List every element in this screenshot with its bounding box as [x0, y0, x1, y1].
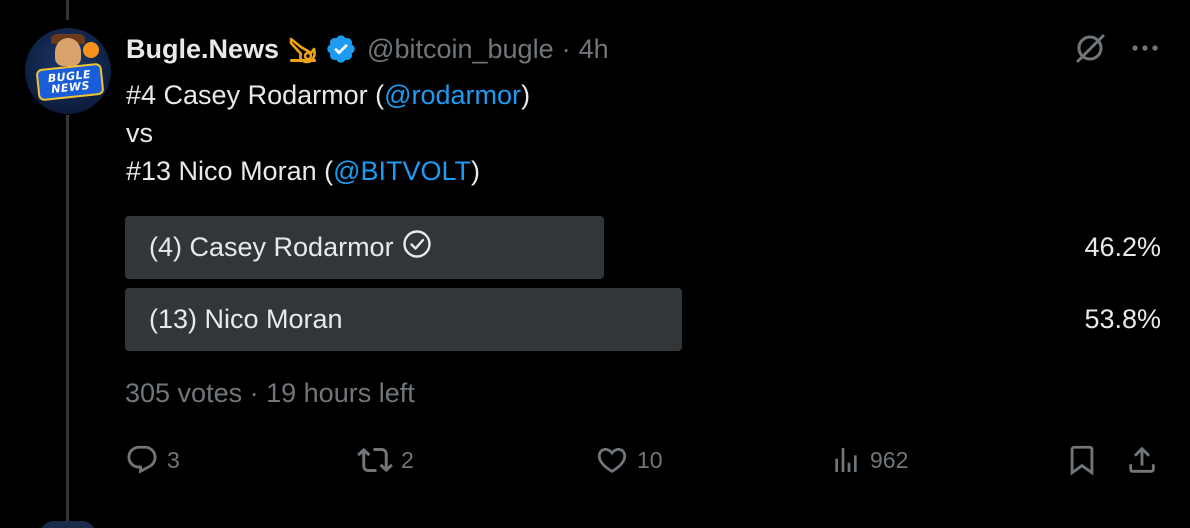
view-count: 962: [870, 446, 909, 473]
handle[interactable]: @bitcoin_bugle: [367, 34, 554, 65]
poll-meta: 305 votes · 19 hours left: [125, 378, 415, 408]
reply-icon: [125, 443, 159, 477]
reply-button[interactable]: 3: [125, 440, 180, 480]
repost-count: 2: [401, 446, 414, 473]
poll-votes: 305 votes: [125, 378, 243, 408]
avatar-coin: [83, 42, 99, 58]
share-button[interactable]: [1125, 440, 1159, 480]
thread-line-top: [66, 0, 69, 20]
more-icon[interactable]: [1130, 33, 1160, 63]
reply-count: 3: [167, 446, 180, 473]
avatar[interactable]: BUGLE NEWS: [25, 28, 111, 114]
verified-badge-icon[interactable]: [325, 33, 357, 65]
bookmark-icon: [1065, 443, 1099, 477]
check-circle-icon: [402, 229, 432, 266]
poll-option-percent: 53.8%: [1084, 304, 1161, 334]
like-button[interactable]: 10: [595, 440, 663, 480]
views-icon: [830, 444, 862, 476]
next-tweet-avatar[interactable]: [40, 521, 96, 528]
share-icon: [1125, 443, 1159, 477]
poll-option: (4) Casey Rodarmor 46.2%: [125, 216, 1161, 279]
mention-rodarmor[interactable]: @rodarmor: [384, 80, 521, 110]
views-button[interactable]: 962: [830, 440, 908, 480]
header-actions: [1070, 28, 1160, 68]
thread-line: [66, 115, 69, 528]
repost-icon: [357, 442, 393, 478]
horn-icon: [287, 33, 319, 65]
poll-time-left: 19 hours left: [266, 378, 415, 408]
display-name[interactable]: Bugle.News: [126, 34, 279, 65]
avatar-figure: [55, 38, 81, 66]
poll: (4) Casey Rodarmor 46.2% (13) Nico Moran…: [125, 216, 1161, 360]
tweet-line-1: #4 Casey Rodarmor (@rodarmor): [126, 80, 531, 110]
tweet[interactable]: BUGLE NEWS Bugle.News @bitcoin_bugle · 4…: [0, 0, 1190, 528]
bookmark-button[interactable]: [1065, 440, 1099, 480]
poll-option-percent: 46.2%: [1084, 232, 1161, 262]
avatar-logo: BUGLE NEWS: [35, 62, 105, 102]
like-count: 10: [637, 446, 663, 473]
tweet-header: Bugle.News @bitcoin_bugle · 4h: [126, 30, 609, 68]
heart-icon: [595, 443, 629, 477]
header-separator: ·: [561, 33, 571, 64]
tweet-line-2: vs: [126, 118, 153, 148]
action-bar: 3 2 10 962: [125, 440, 1165, 480]
poll-option-label: (4) Casey Rodarmor: [149, 216, 432, 279]
repost-button[interactable]: 2: [357, 440, 414, 480]
poll-option: (13) Nico Moran 53.8%: [125, 288, 1161, 351]
tweet-text: #4 Casey Rodarmor (@rodarmor) vs #13 Nic…: [126, 76, 530, 190]
tweet-line-3: #13 Nico Moran (@BITVOLT): [126, 156, 481, 186]
timestamp[interactable]: 4h: [579, 34, 609, 65]
poll-option-label: (13) Nico Moran: [149, 304, 343, 334]
mention-bitvolt[interactable]: @BITVOLT: [333, 156, 471, 186]
grok-icon[interactable]: [1070, 28, 1110, 68]
